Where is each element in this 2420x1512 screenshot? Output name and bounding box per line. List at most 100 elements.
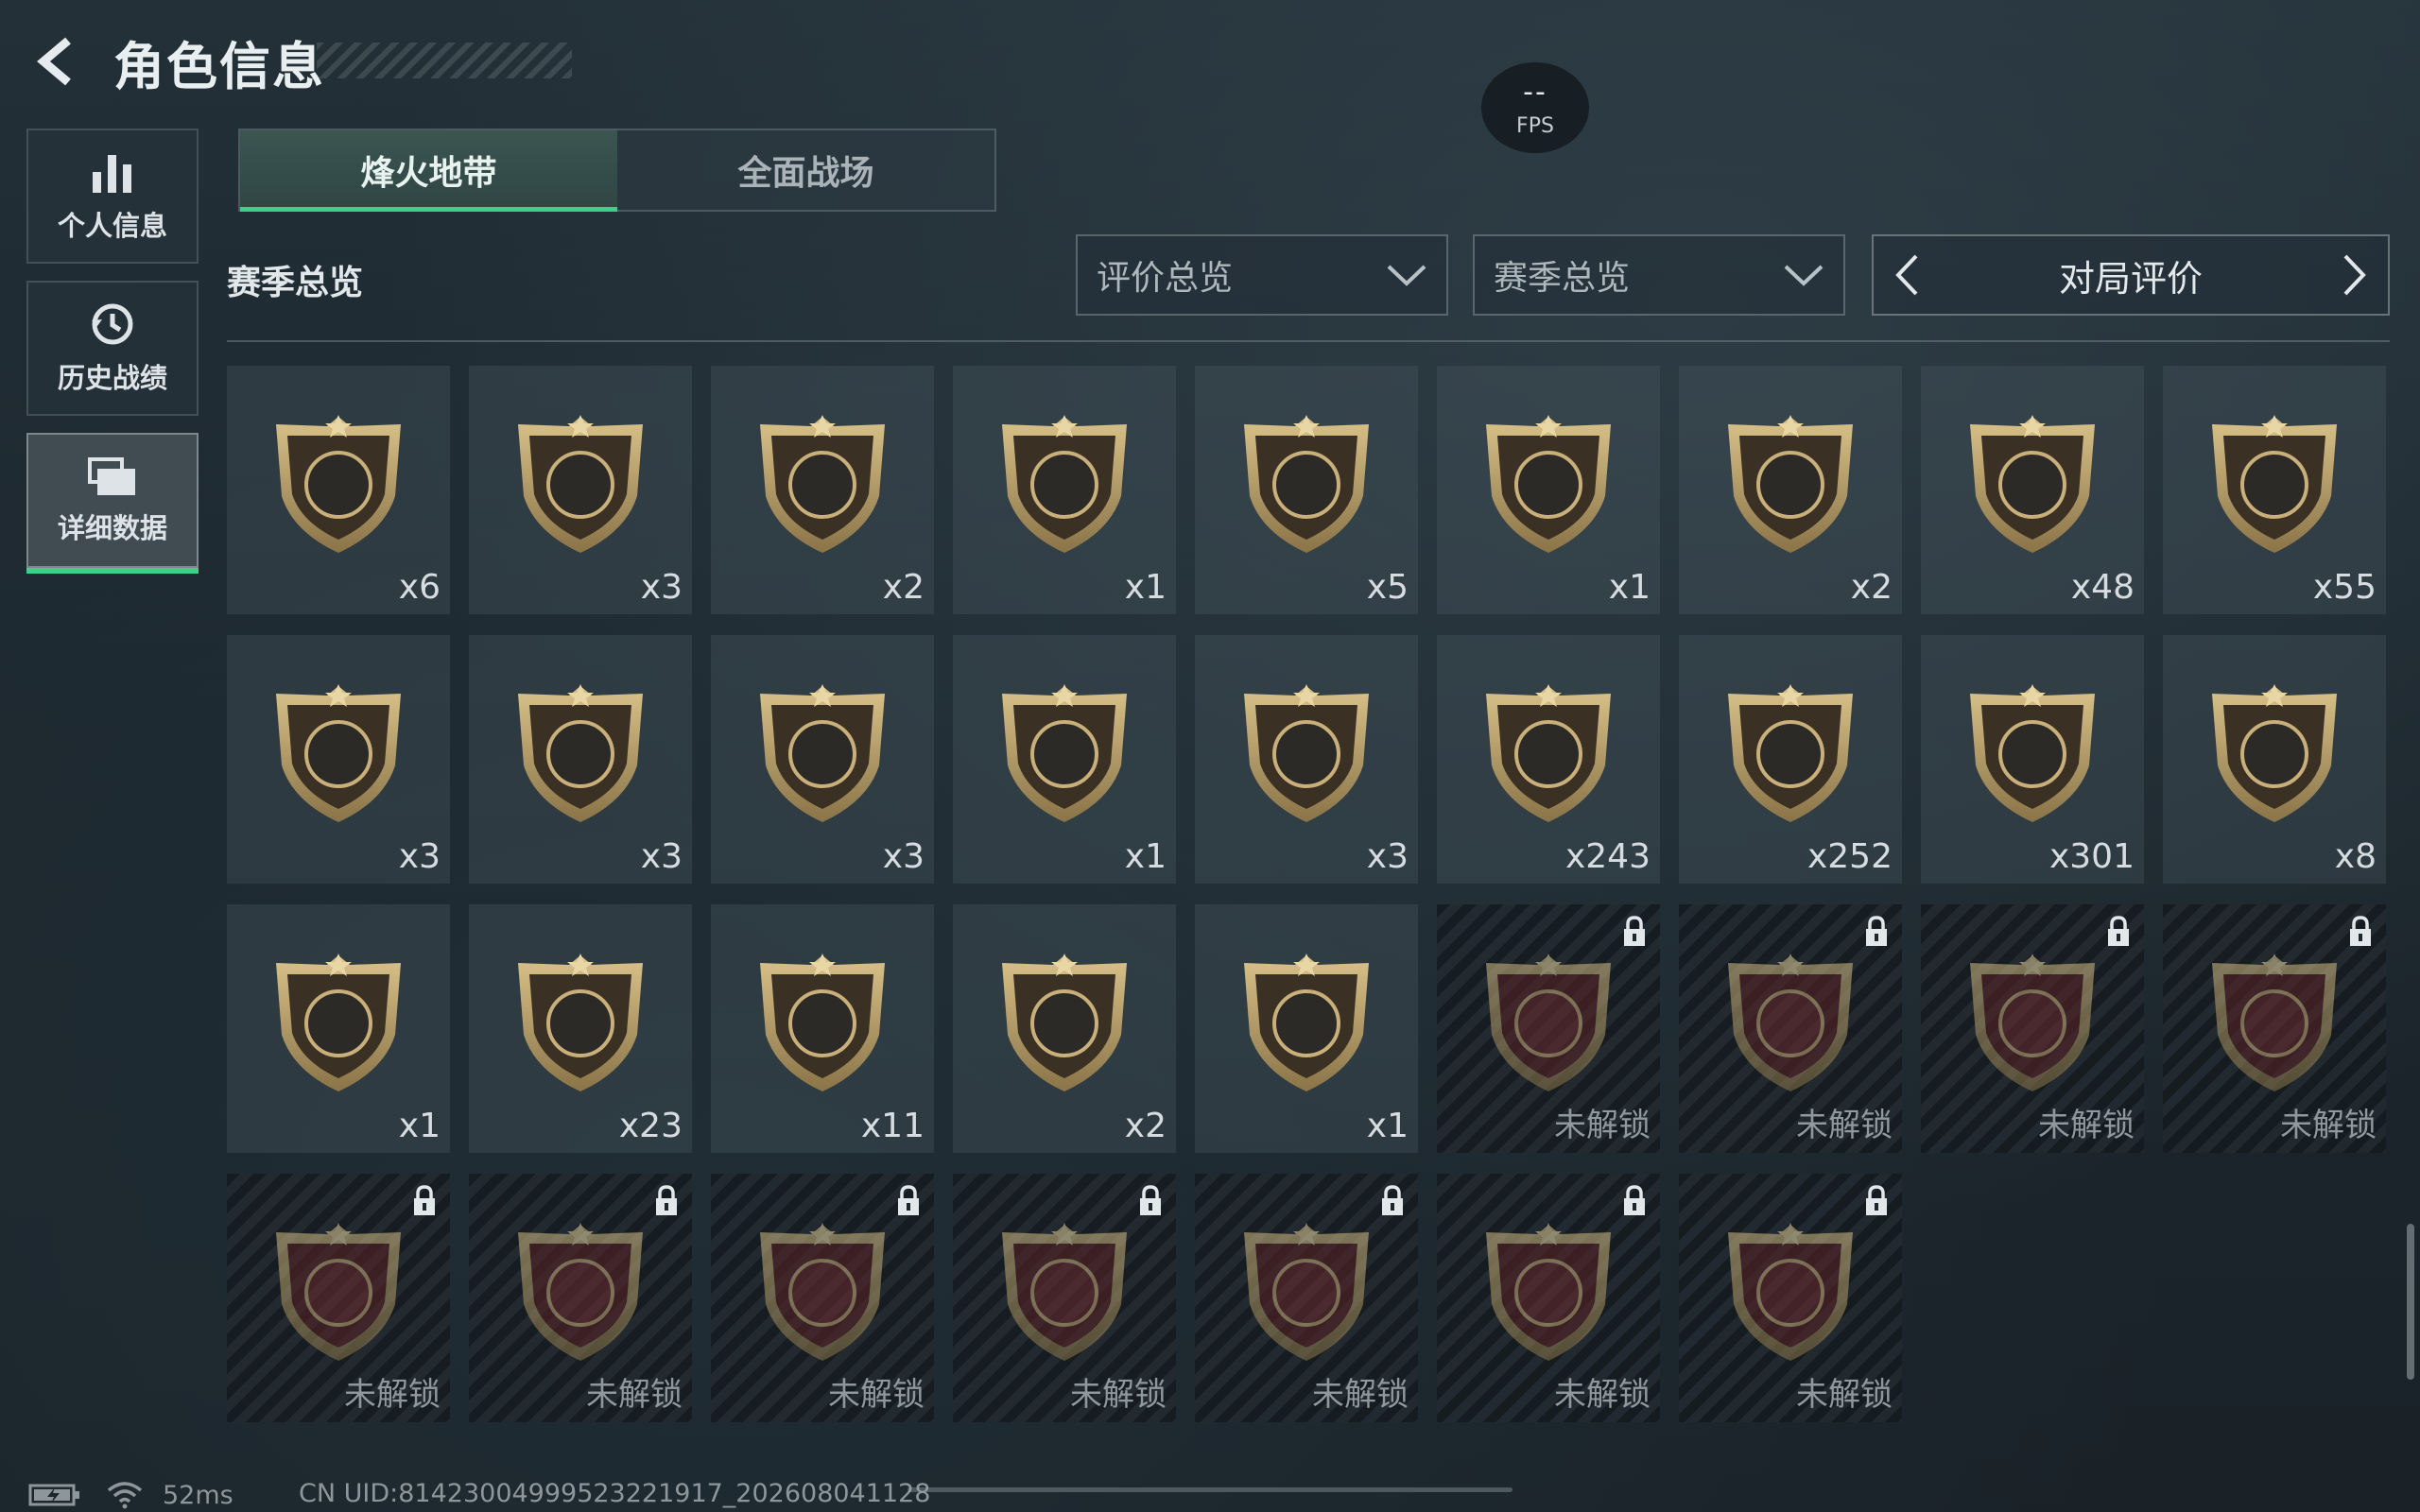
chess-box-badge-icon — [518, 1223, 643, 1361]
carbon-sheet-badge-icon — [1002, 415, 1127, 553]
achievement-count: 未解锁 — [344, 1376, 441, 1414]
achievement-count: x2 — [882, 568, 925, 607]
achievement-count: x2 — [1124, 1107, 1167, 1145]
page-title: 角色信息 — [113, 36, 325, 96]
server-badge-icon — [760, 415, 885, 553]
achievement-card[interactable]: x1 — [227, 904, 450, 1153]
evaluation-dropdown-value: 评价总览 — [1097, 259, 1234, 298]
achievement-card[interactable]: x11 — [711, 904, 934, 1153]
achievement-card[interactable]: x3 — [469, 366, 692, 614]
achievement-count: x6 — [398, 568, 441, 607]
locked-achievement-card[interactable]: 未解锁 — [953, 1174, 1176, 1422]
pager-next-button[interactable] — [2322, 236, 2388, 314]
achievement-card[interactable]: x23 — [469, 904, 692, 1153]
eyepatch-badge-icon — [1002, 954, 1127, 1091]
horizontal-scrollbar[interactable] — [908, 1487, 1512, 1492]
achievement-count: x1 — [1366, 1107, 1409, 1145]
soldier-badge-icon — [276, 954, 401, 1091]
sniper-badge-icon — [1002, 684, 1127, 822]
agent-badge-icon — [760, 954, 885, 1091]
locked-achievement-card[interactable]: 未解锁 — [711, 1174, 934, 1422]
circuit-board-badge-icon — [1244, 415, 1369, 553]
achievement-card[interactable]: x1 — [1437, 366, 1660, 614]
achievement-card[interactable]: x2 — [1679, 366, 1902, 614]
achievement-count: x1 — [1124, 568, 1167, 607]
nav-personal-info[interactable]: 个人信息 — [26, 129, 199, 264]
vertical-scrollbar[interactable] — [2407, 1224, 2414, 1380]
chevron-down-icon — [1784, 265, 1824, 286]
season-dropdown-value: 赛季总览 — [1494, 259, 1631, 298]
locked-achievement-card[interactable]: 未解锁 — [1195, 1174, 1418, 1422]
achievement-count: x1 — [398, 1107, 441, 1145]
locked-achievement-card[interactable]: 未解锁 — [1437, 1174, 1660, 1422]
achievement-card[interactable]: x5 — [1195, 366, 1418, 614]
achievement-card[interactable]: x252 — [1679, 635, 1902, 884]
rifle-badge-icon — [518, 684, 643, 822]
pager-prev-button[interactable] — [1874, 236, 1940, 314]
knife-badge-icon — [1486, 684, 1611, 822]
nav-detailed-data[interactable]: 详细数据 — [26, 433, 199, 574]
nav-history-record[interactable]: 历史战绩 — [26, 281, 199, 416]
evaluation-dropdown[interactable]: 评价总览 — [1076, 234, 1448, 316]
locked-achievement-card[interactable]: 未解锁 — [469, 1174, 692, 1422]
achievement-count: x1 — [1124, 837, 1167, 876]
nav-label: 历史战绩 — [57, 361, 167, 394]
tab-warzone-extraction[interactable]: 烽火地带 — [240, 130, 617, 212]
achievement-card[interactable]: x243 — [1437, 635, 1660, 884]
achievement-card[interactable]: x1 — [953, 366, 1176, 614]
mode-tabs: 烽火地带 全面战场 — [238, 129, 996, 212]
fps-value: -- — [1523, 75, 1547, 109]
achievement-card[interactable]: x2 — [953, 904, 1176, 1153]
achievement-card[interactable]: x3 — [469, 635, 692, 884]
achievement-count: x243 — [1564, 837, 1651, 876]
back-button[interactable] — [28, 33, 85, 90]
achievement-count: x8 — [2334, 837, 2377, 876]
robot-vacuum-badge-icon — [1486, 415, 1611, 553]
achievement-count: 未解锁 — [1796, 1107, 1893, 1144]
achievement-count: x11 — [860, 1107, 925, 1145]
achievement-card[interactable]: x1 — [1195, 904, 1418, 1153]
lock-icon — [1866, 1185, 1887, 1215]
fps-counter: -- FPS — [1481, 62, 1589, 153]
wifi-icon — [107, 1482, 143, 1509]
locked-achievement-card[interactable]: 未解锁 — [1679, 1174, 1902, 1422]
locked-achievement-card[interactable]: 未解锁 — [227, 1174, 450, 1422]
painting-badge-icon — [1728, 415, 1853, 553]
computer-badge-icon — [1728, 954, 1853, 1091]
chevron-down-icon — [1387, 265, 1426, 286]
achievement-card[interactable]: x55 — [2163, 366, 2386, 614]
achievement-card[interactable]: x3 — [711, 635, 934, 884]
achievement-card[interactable]: x2 — [711, 366, 934, 614]
nav-label: 个人信息 — [57, 209, 167, 242]
locked-achievement-card[interactable]: 未解锁 — [2163, 904, 2386, 1153]
diamond-badge-icon — [276, 415, 401, 553]
locked-achievement-card[interactable]: 未解锁 — [1921, 904, 2144, 1153]
title-decoration — [317, 43, 572, 78]
chevron-right-icon — [2343, 254, 2366, 296]
tab-full-battlefield[interactable]: 全面战场 — [617, 130, 994, 210]
achievement-card[interactable]: x3 — [227, 635, 450, 884]
device-badge-icon — [760, 1223, 885, 1361]
season-dropdown[interactable]: 赛季总览 — [1473, 234, 1845, 316]
lock-icon — [1140, 1185, 1161, 1215]
achievement-count: x3 — [882, 837, 925, 876]
locked-achievement-card[interactable]: 未解锁 — [1437, 904, 1660, 1153]
achievement-count: 未解锁 — [1312, 1376, 1409, 1414]
shotgun-badge-icon — [276, 684, 401, 822]
evaluation-pager: 对局评价 — [1872, 234, 2390, 316]
canister-badge-icon — [1002, 1223, 1127, 1361]
achievement-card[interactable]: x8 — [2163, 635, 2386, 884]
achievement-count: 未解锁 — [586, 1376, 683, 1414]
achievement-card[interactable]: x301 — [1921, 635, 2144, 884]
achievement-count: x3 — [640, 568, 683, 607]
achievement-card[interactable]: x3 — [1195, 635, 1418, 884]
skull-badge-icon — [1728, 684, 1853, 822]
achievement-card[interactable]: x6 — [227, 366, 450, 614]
achievement-card[interactable]: x1 — [953, 635, 1176, 884]
crystal-badge-icon — [1244, 1223, 1369, 1361]
lock-icon — [2108, 916, 2129, 946]
locked-achievement-card[interactable]: 未解锁 — [1679, 904, 1902, 1153]
achievement-count: 未解锁 — [828, 1376, 925, 1414]
ammo-box-badge-icon — [1970, 954, 2095, 1091]
achievement-card[interactable]: x48 — [1921, 366, 2144, 614]
